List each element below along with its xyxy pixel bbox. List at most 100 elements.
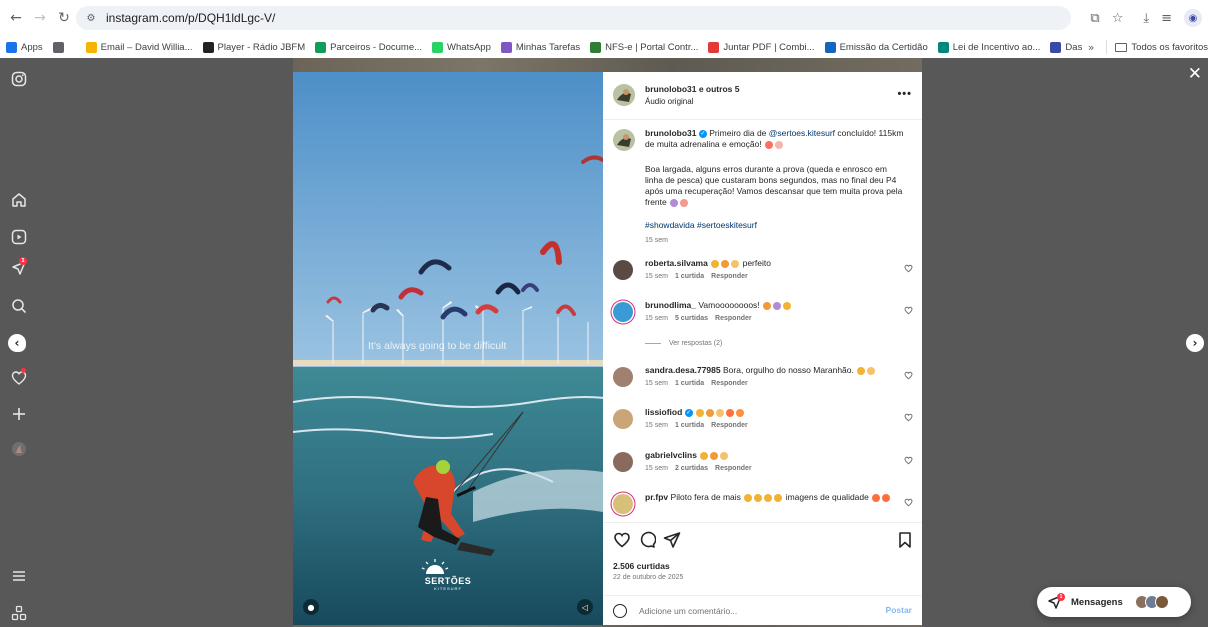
comment-like-heart-icon[interactable] xyxy=(904,306,913,315)
tagged-user-icon[interactable]: ● xyxy=(303,599,319,615)
all-bookmarks-link[interactable]: Todos os favoritos xyxy=(1131,42,1208,53)
url-text[interactable]: instagram.com/p/DQH1ldLgc-V/ xyxy=(106,11,275,25)
install-app-icon[interactable]: ⧉ xyxy=(1090,11,1099,26)
audio-label[interactable]: Áudio original xyxy=(645,97,693,106)
bookmark-item[interactable] xyxy=(52,41,68,53)
bookmark-star-icon[interactable]: ☆ xyxy=(1112,11,1124,26)
comment-meta: 15 sem 1 curtida Responder xyxy=(645,422,755,429)
comment-bubble-icon[interactable] xyxy=(638,531,656,549)
menu-hamburger-icon[interactable] xyxy=(10,567,28,585)
emoji-picker-icon[interactable] xyxy=(613,604,627,618)
commenter-avatar[interactable] xyxy=(613,302,633,322)
commenter-avatar[interactable] xyxy=(613,494,633,514)
comment-like-heart-icon[interactable] xyxy=(904,413,913,422)
author-avatar[interactable] xyxy=(613,84,635,106)
bookmark-item[interactable]: WhatsApp xyxy=(432,41,491,53)
address-bar[interactable]: ⚙ instagram.com/p/DQH1ldLgc-V/ xyxy=(76,6,1071,30)
comment-like-heart-icon[interactable] xyxy=(904,456,913,465)
caption-username[interactable]: brunolobo31 xyxy=(645,128,696,138)
comment-like-heart-icon[interactable] xyxy=(904,498,913,507)
caption-author-avatar[interactable] xyxy=(613,129,635,151)
comment-username[interactable]: brunodlima_ xyxy=(645,300,696,310)
comment-likes[interactable]: 5 curtidas xyxy=(675,315,708,322)
likes-count[interactable]: 2.506 curtidas xyxy=(613,561,670,571)
commenter-avatar[interactable] xyxy=(613,367,633,387)
bookmark-favicon-icon xyxy=(590,41,602,53)
comment-like-heart-icon[interactable] xyxy=(904,264,913,273)
close-modal-icon[interactable]: ✕ xyxy=(1188,64,1202,84)
reply-button[interactable]: Responder xyxy=(715,465,752,472)
comment-time[interactable]: 15 sem xyxy=(645,465,668,472)
bookmark-item[interactable]: Parceiros - Docume... xyxy=(315,41,422,53)
home-icon[interactable] xyxy=(10,191,28,209)
previous-post-button[interactable]: ‹ xyxy=(8,334,26,352)
commenter-avatar[interactable] xyxy=(613,260,633,280)
bookmark-item[interactable]: Emissão da Certidão xyxy=(824,41,928,53)
instagram-logo-icon[interactable] xyxy=(10,70,28,88)
notifications-heart-icon[interactable] xyxy=(10,368,28,387)
comment-time[interactable]: 15 sem xyxy=(645,380,668,387)
like-heart-icon[interactable] xyxy=(613,531,631,549)
comment-username[interactable]: sandra.desa.77985 xyxy=(645,365,721,375)
reply-button[interactable]: Responder xyxy=(711,422,748,429)
reload-button[interactable]: ↻ xyxy=(52,6,76,30)
reply-button[interactable]: Responder xyxy=(711,380,748,387)
profile-avatar[interactable]: ◉ xyxy=(1184,9,1202,27)
bookmark-label: Lei de Incentivo ao... xyxy=(952,41,1041,53)
comment-username[interactable]: pr.fpv xyxy=(645,492,668,502)
profile-avatar-icon[interactable] xyxy=(10,440,28,458)
comment-time[interactable]: 15 sem xyxy=(645,422,668,429)
forward-button[interactable]: → xyxy=(28,6,52,30)
comment-likes[interactable]: 1 curtida xyxy=(675,273,704,280)
reels-icon[interactable] xyxy=(10,228,28,246)
bookmark-item[interactable]: Apps xyxy=(6,41,43,53)
post-authors[interactable]: brunolobo31 e outros 5 xyxy=(645,84,739,94)
emoji-icon xyxy=(872,493,881,502)
comment-likes[interactable]: 1 curtida xyxy=(675,380,704,387)
site-settings-icon[interactable]: ⚙ xyxy=(84,11,98,25)
bookmark-item[interactable]: Player - Rádio JBFM xyxy=(202,41,305,53)
comment-username[interactable]: roberta.silvama xyxy=(645,258,708,268)
back-button[interactable]: ← xyxy=(4,6,28,30)
hashtag-links[interactable]: #showdavida #sertoeskitesurf xyxy=(645,220,757,230)
reading-list-icon[interactable]: ≡ xyxy=(1161,11,1172,26)
emoji-icon xyxy=(721,259,730,268)
more-options-icon[interactable]: ••• xyxy=(897,88,912,100)
post-video[interactable]: It's always going to be difficult SERTÕE… xyxy=(293,72,603,625)
bookmark-item[interactable]: Email – David Willia... xyxy=(85,41,193,53)
commenter-avatar[interactable] xyxy=(613,452,633,472)
post-comment-button[interactable]: Postar xyxy=(886,605,912,615)
reply-button[interactable]: Responder xyxy=(711,273,748,280)
search-icon[interactable] xyxy=(10,297,28,315)
comment-time[interactable]: 15 sem xyxy=(645,273,668,280)
comment-likes[interactable]: 2 curtidas xyxy=(675,465,708,472)
commenter-avatar[interactable] xyxy=(613,409,633,429)
comment-username[interactable]: lissiofiod xyxy=(645,407,682,417)
save-bookmark-icon[interactable] xyxy=(896,531,914,549)
share-paper-plane-icon[interactable] xyxy=(663,531,681,549)
also-from-meta-icon[interactable] xyxy=(10,604,28,622)
reply-button[interactable]: Responder xyxy=(715,315,752,322)
bookmark-item[interactable]: Minhas Tarefas xyxy=(500,41,580,53)
messages-icon[interactable]: 1 xyxy=(10,257,28,277)
create-plus-icon[interactable] xyxy=(10,405,28,423)
bookmarks-overflow-button[interactable]: » xyxy=(1088,41,1095,54)
comment-likes[interactable]: 1 curtida xyxy=(675,422,704,429)
bookmark-item[interactable]: Juntar PDF | Combi... xyxy=(708,41,815,53)
mute-icon[interactable]: ◁ xyxy=(577,599,593,615)
messages-button[interactable]: 1 Mensagens xyxy=(1037,587,1191,617)
next-post-button[interactable]: › xyxy=(1186,334,1204,352)
view-replies-button[interactable]: Ver respostas (2) xyxy=(645,340,722,347)
bookmark-favicon-icon xyxy=(6,41,17,53)
download-icon[interactable]: ⤓ xyxy=(1143,11,1149,26)
caption-time-text[interactable]: 15 sem xyxy=(645,237,668,244)
comment-username[interactable]: gabrielvclins xyxy=(645,450,697,460)
caption-mention[interactable]: @sertoes.kitesurf xyxy=(769,128,835,138)
bookmark-item[interactable]: Lei de Incentivo ao... xyxy=(937,41,1041,53)
comments-list[interactable]: brunolobo31 ✓ Primeiro dia de @sertoes.k… xyxy=(603,120,922,522)
bookmark-item[interactable]: NFS-e | Portal Contr... xyxy=(590,41,698,53)
comment-like-heart-icon[interactable] xyxy=(904,371,913,380)
comment-input[interactable] xyxy=(639,604,879,618)
emoji-icon xyxy=(736,408,745,417)
comment-time[interactable]: 15 sem xyxy=(645,315,668,322)
